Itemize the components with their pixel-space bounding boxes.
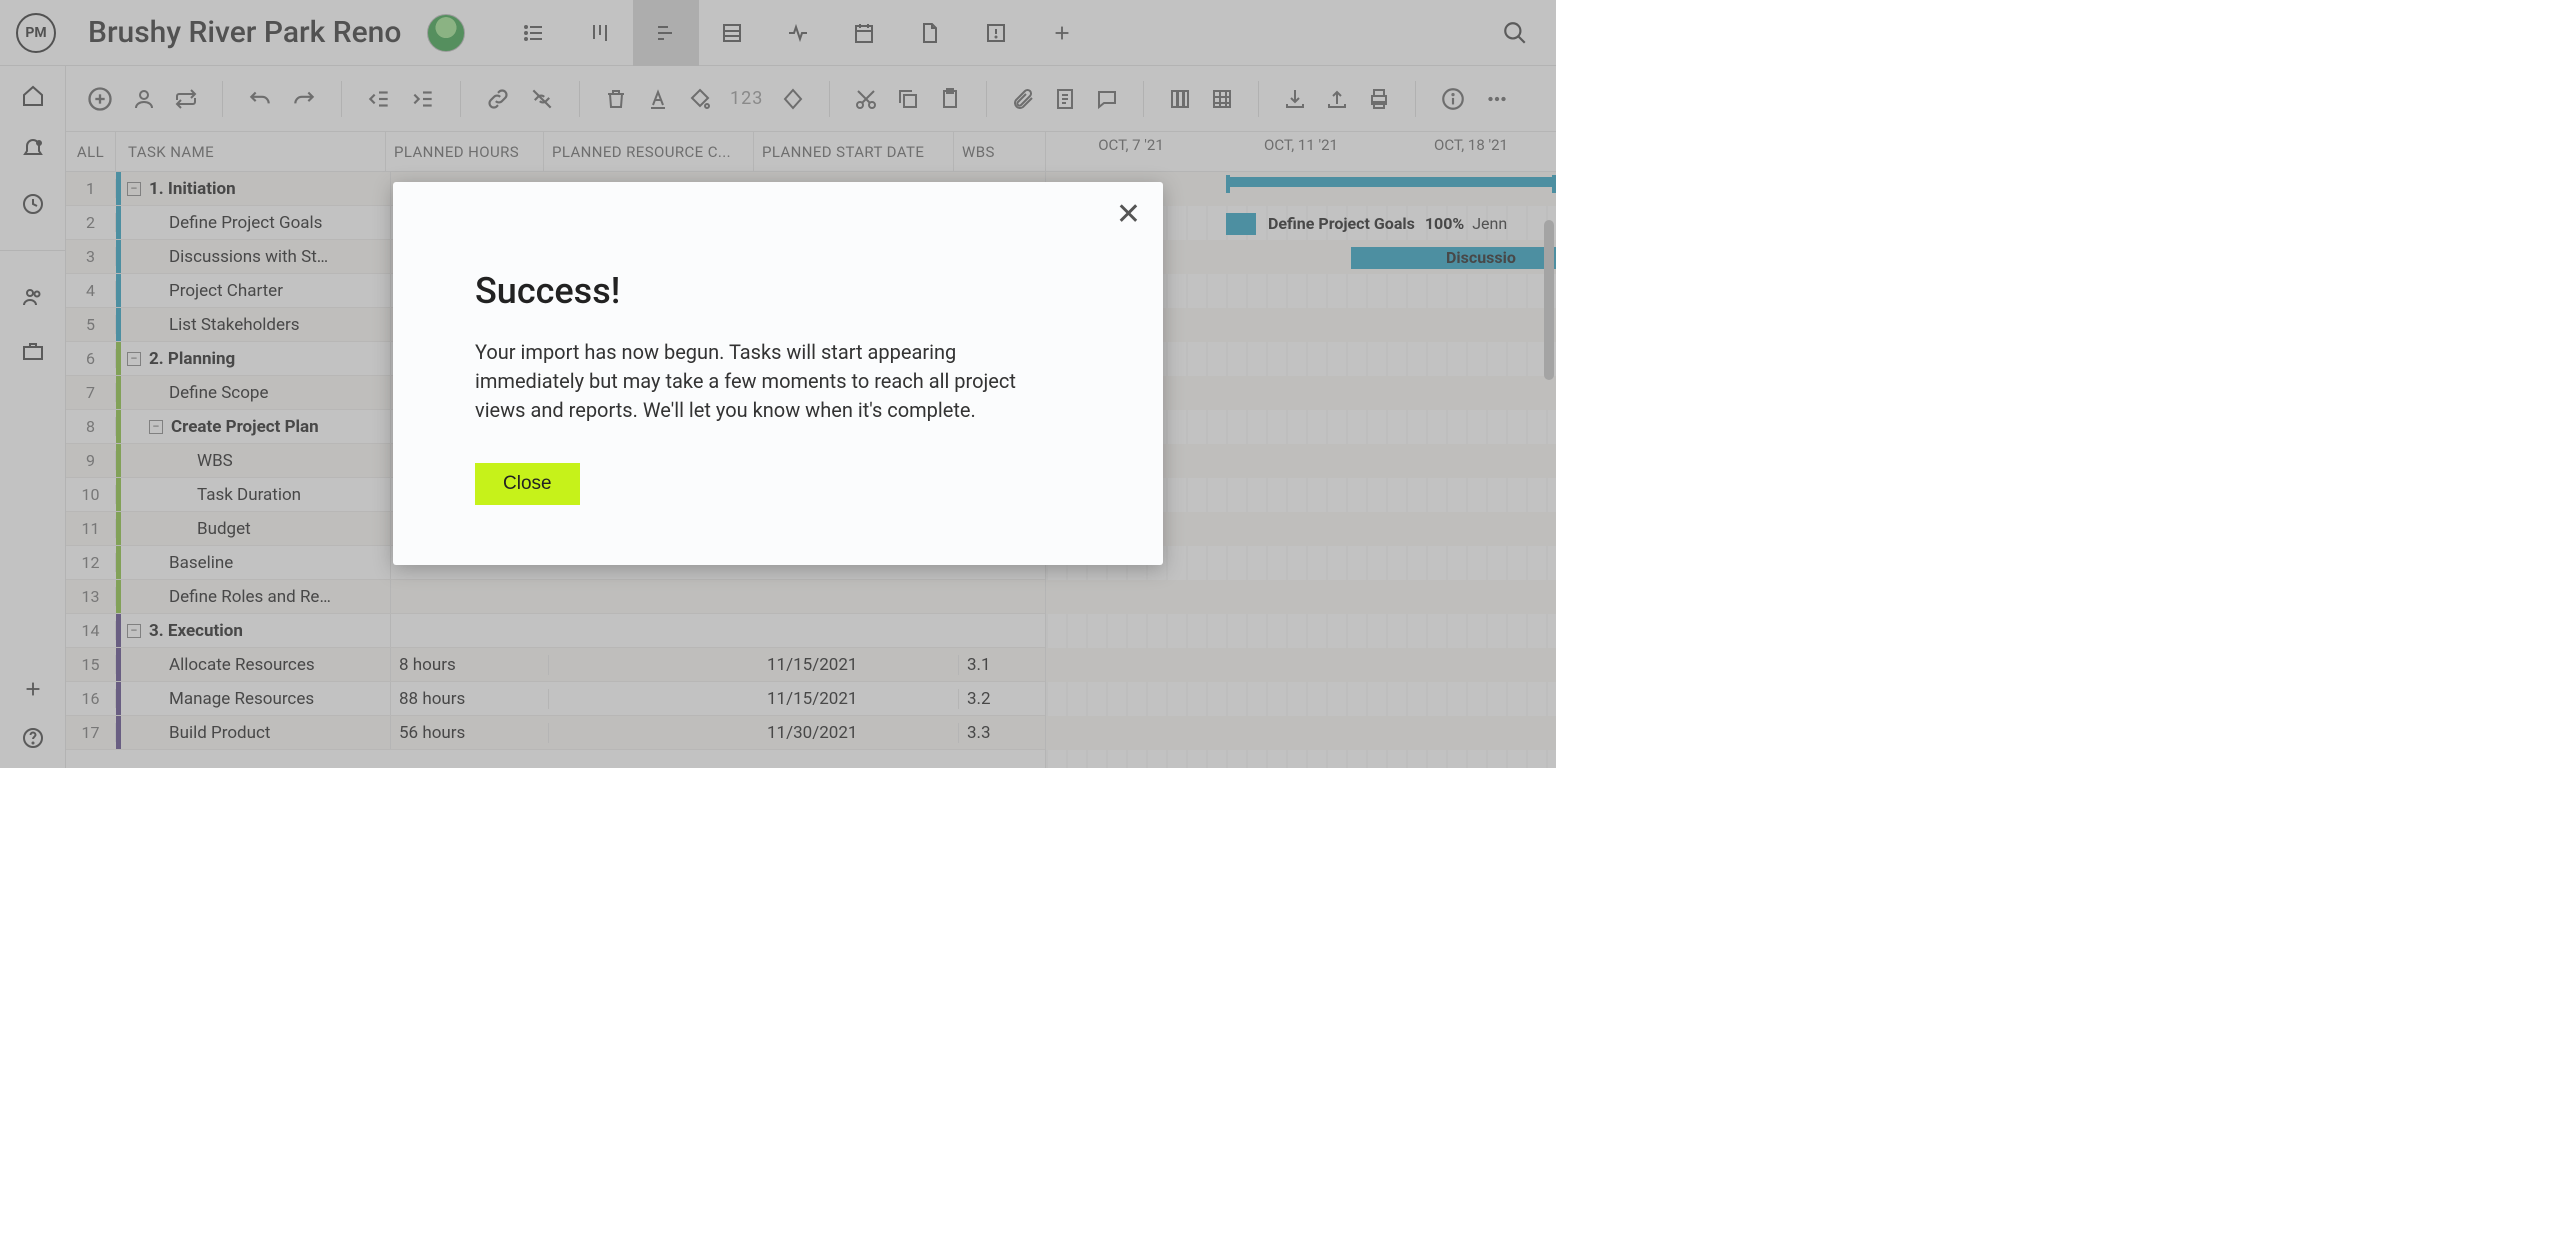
modal-close-icon[interactable]: ✕	[1116, 200, 1141, 230]
success-modal: ✕ Success! Your import has now begun. Ta…	[393, 182, 1163, 565]
modal-overlay: ✕ Success! Your import has now begun. Ta…	[0, 0, 1556, 768]
modal-close-button[interactable]: Close	[475, 463, 580, 505]
modal-title: Success!	[475, 270, 1131, 312]
modal-body: Your import has now begun. Tasks will st…	[475, 338, 1041, 425]
